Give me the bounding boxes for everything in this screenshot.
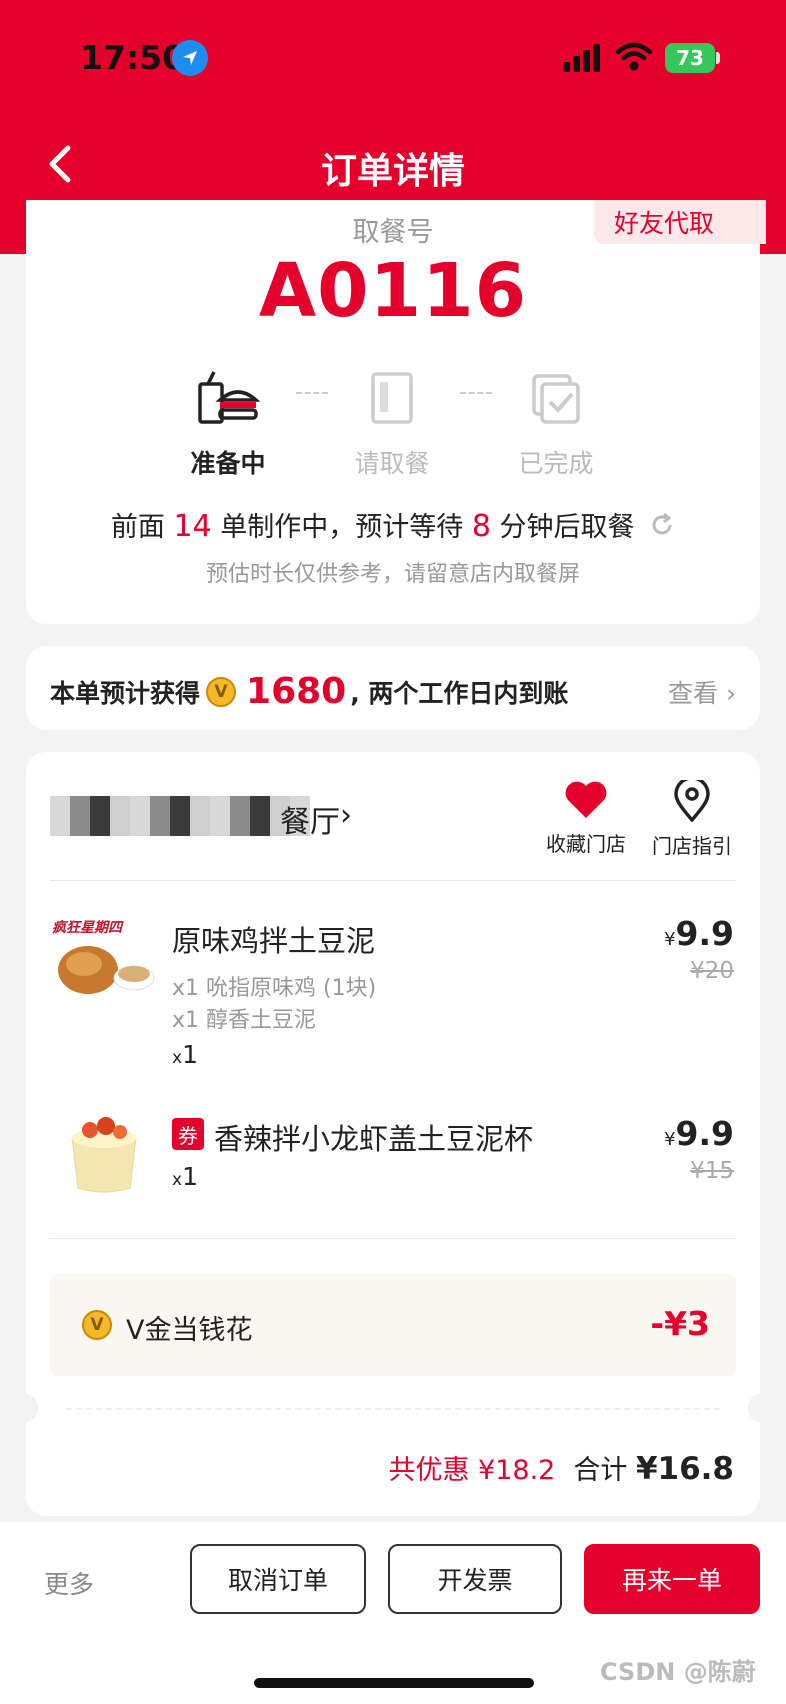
order-totals: 共优惠 ¥18.2 合计 ¥16.8: [388, 1448, 734, 1487]
location-pin-icon: [642, 776, 742, 826]
store-chevron-icon[interactable]: ›: [340, 798, 352, 833]
pickup-number: A0116: [258, 248, 528, 334]
dashed-divider: [66, 1408, 720, 1410]
cancel-order-button[interactable]: 取消订单: [190, 1544, 366, 1614]
queue-status: 前面 14 单制作中，预计等待 8 分钟后取餐: [0, 505, 786, 545]
location-arrow-icon: [172, 40, 208, 76]
wait-minutes: 8: [471, 509, 491, 544]
item-quantity: x1: [172, 1040, 198, 1069]
divider: [50, 880, 736, 881]
points-prefix: 本单预计获得: [50, 678, 201, 708]
chevron-right-icon: ›: [718, 679, 736, 708]
item-image-chicken[interactable]: 疯狂星期四: [50, 914, 156, 1000]
step-preparing: 准备中: [168, 370, 288, 480]
total-label: 合计: [573, 1455, 628, 1486]
step-divider: [296, 392, 328, 394]
refresh-icon[interactable]: [649, 512, 675, 545]
step-label: 准备中: [190, 449, 266, 478]
points-amount: 1680: [246, 671, 347, 712]
qty-value: 1: [182, 1162, 198, 1191]
page-title: 订单详情: [320, 151, 465, 192]
check-tray-icon: [496, 370, 616, 426]
invoice-button[interactable]: 开发票: [388, 1544, 562, 1614]
cellular-signal-icon: [563, 44, 603, 76]
queue-middle: 单制作中，预计等待: [220, 512, 464, 543]
burger-drink-icon: [168, 370, 288, 426]
item-component: x1 醇香土豆泥: [172, 1008, 317, 1033]
status-time: 17:50: [80, 38, 186, 77]
currency: ¥: [664, 929, 676, 950]
wifi-icon: [615, 42, 653, 76]
total-discount: 共优惠 ¥18.2: [388, 1455, 556, 1486]
v-coin-icon: V: [206, 676, 237, 707]
favorite-label: 收藏门店: [546, 832, 626, 856]
item-price: ¥9.9: [664, 914, 734, 953]
step-label: 请取餐: [354, 449, 430, 478]
points-suffix: , 两个工作日内到账: [350, 678, 569, 708]
item-component: x1 吮指原味鸡 (1块): [172, 976, 377, 1001]
store-name-blurred[interactable]: [50, 796, 310, 836]
ticket-notch-right: [748, 1394, 772, 1422]
store-guide-button[interactable]: 门店指引: [642, 776, 742, 859]
points-view-label: 查看: [668, 679, 719, 708]
vgold-label: V金当钱花: [126, 1315, 253, 1346]
kfc-bag-icon: [332, 370, 452, 426]
total-value: ¥16.8: [635, 1451, 734, 1487]
item-image-caption: 疯狂星期四: [52, 919, 124, 936]
price-value: 9.9: [675, 1114, 734, 1153]
v-coin-icon: V: [82, 1310, 112, 1340]
queue-count: 14: [173, 509, 212, 544]
step-completed: 已完成: [496, 370, 616, 480]
divider: [50, 1238, 736, 1239]
item-original-price: ¥20: [690, 958, 734, 984]
qty-x: x: [172, 1170, 183, 1190]
queue-suffix: 分钟后取餐: [499, 512, 635, 543]
favorite-store-button[interactable]: 收藏门店: [536, 780, 636, 857]
store-name[interactable]: 餐厅: [280, 797, 340, 841]
home-indicator[interactable]: [254, 1678, 534, 1688]
points-view-link[interactable]: 查看 ›: [668, 674, 736, 710]
qty-value: 1: [182, 1040, 198, 1069]
points-summary: 本单预计获得 V 1680 , 两个工作日内到账: [50, 671, 568, 712]
price-value: 9.9: [675, 914, 734, 953]
battery-indicator: 73: [665, 43, 715, 73]
item-name: 原味鸡拌土豆泥: [172, 924, 376, 958]
coupon-badge: 券: [172, 1118, 204, 1150]
step-divider: [460, 392, 492, 394]
more-button[interactable]: 更多: [44, 1565, 94, 1601]
watermark: CSDN @陈蔚: [600, 1658, 756, 1686]
vgold-amount: -¥3: [650, 1304, 710, 1343]
queue-prefix: 前面: [110, 512, 165, 543]
battery-cap: [716, 52, 720, 64]
pickup-number-label: 取餐号: [352, 217, 434, 248]
queue-note: 预估时长仅供参考，请留意店内取餐屏: [205, 562, 580, 587]
item-quantity: x1: [172, 1162, 198, 1191]
step-ready: 请取餐: [332, 370, 452, 480]
qty-x: x: [172, 1048, 183, 1068]
item-name: 香辣拌小龙虾盖土豆泥杯: [214, 1122, 534, 1156]
item-price: ¥9.9: [664, 1114, 734, 1153]
step-label: 已完成: [518, 449, 594, 478]
reorder-button[interactable]: 再来一单: [584, 1544, 760, 1614]
store-guide-label: 门店指引: [652, 834, 732, 858]
total-amount: 合计 ¥16.8: [573, 1448, 734, 1487]
item-image-crayfish-cup[interactable]: [66, 1116, 142, 1196]
currency: ¥: [664, 1129, 676, 1150]
item-original-price: ¥15: [690, 1158, 734, 1184]
ticket-notch-left: [14, 1394, 38, 1422]
heart-icon: [536, 780, 636, 824]
